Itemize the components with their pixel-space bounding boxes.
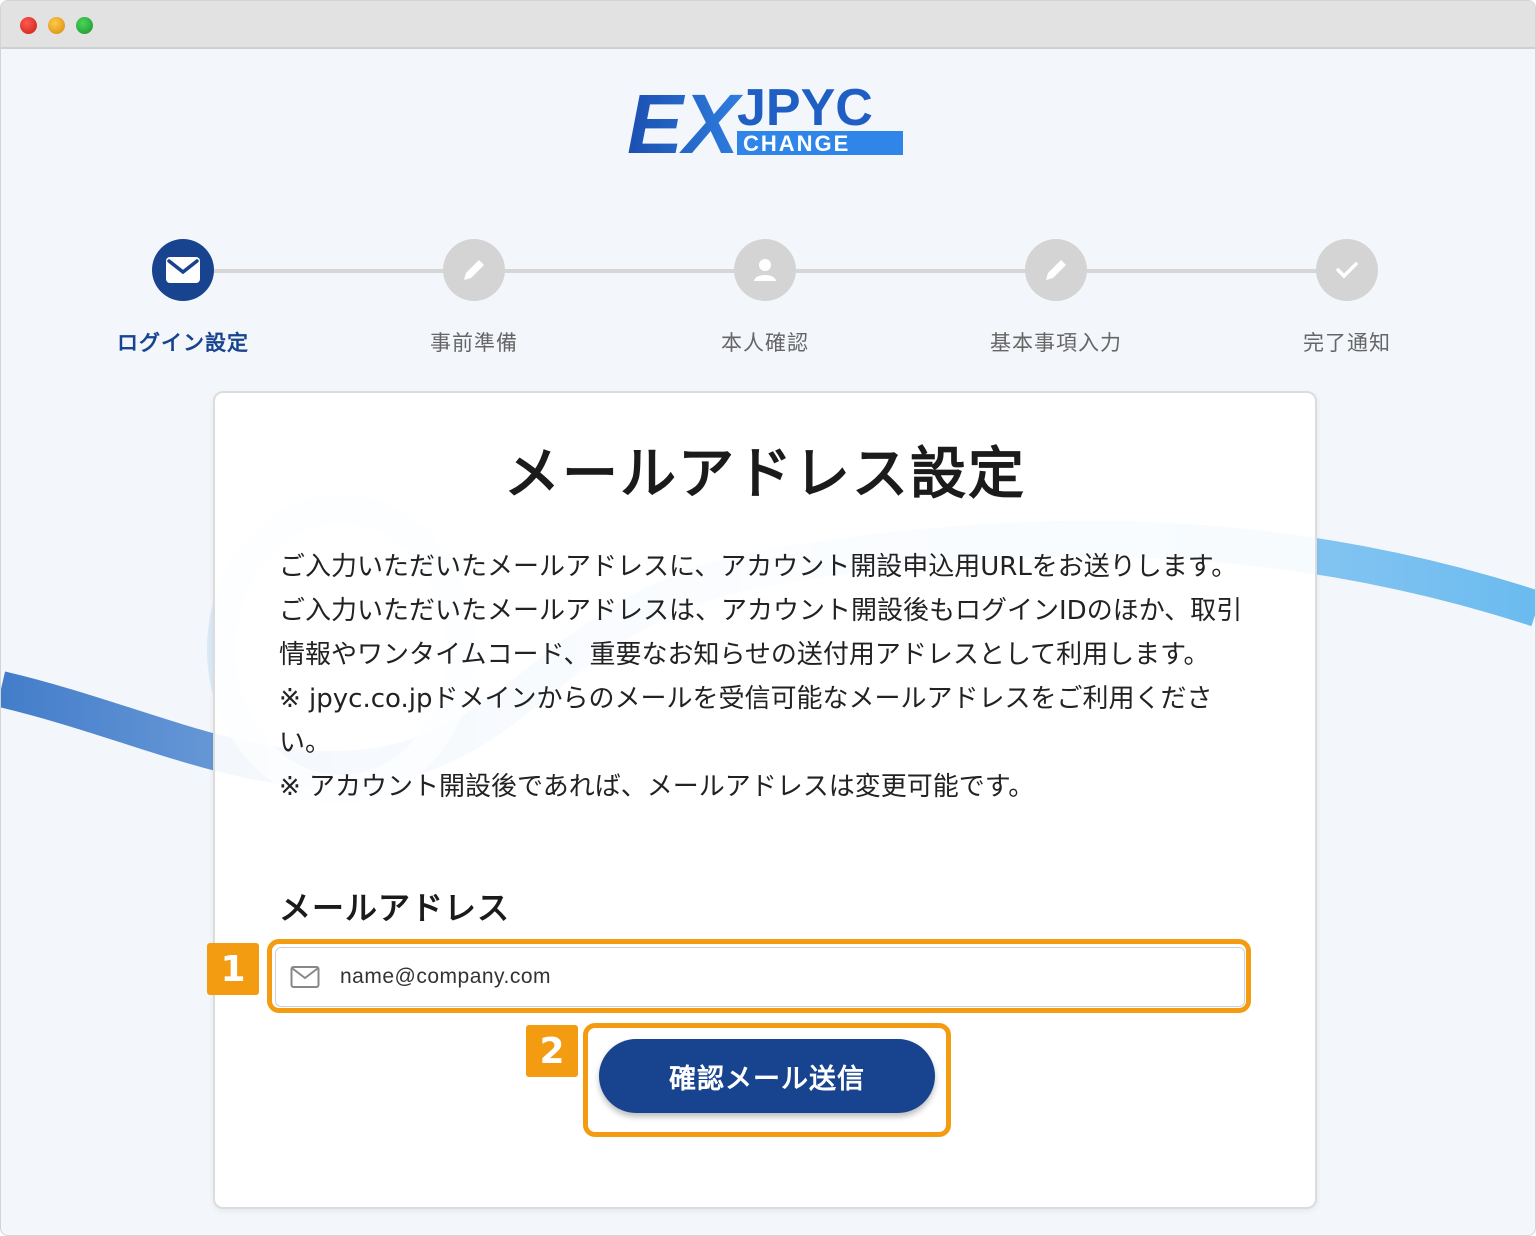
step-basic-info	[1025, 239, 1087, 301]
title-bar	[1, 1, 1535, 49]
step-connector	[1087, 269, 1347, 273]
person-icon	[754, 259, 776, 281]
step-label: 完了通知	[1303, 331, 1391, 355]
email-input-container	[275, 947, 1245, 1007]
send-confirmation-email-button[interactable]: 確認メール送信	[599, 1039, 935, 1113]
step-label: ログイン設定	[117, 331, 249, 355]
step-completion	[1316, 239, 1378, 301]
annotation-badge-2: 2	[526, 1025, 578, 1077]
description: ご入力いただいたメールアドレスに、アカウント開設申込用URLをお送りします。ご入…	[279, 545, 1259, 809]
page-content: EX JPYC CHANGE ログイン設定 事前準備 本人確認 基本事項入力 完…	[1, 49, 1535, 1235]
step-identity-verification	[734, 239, 796, 301]
mail-outline-icon	[290, 966, 320, 988]
description-note: ※ jpyc.co.jpドメインからのメールを受信可能なメールアドレスをご利用く…	[279, 684, 1213, 758]
minimize-window-button[interactable]	[48, 17, 65, 34]
step-label: 本人確認	[721, 331, 809, 355]
mail-icon	[166, 257, 200, 283]
check-icon	[1336, 262, 1358, 279]
step-label: 基本事項入力	[990, 331, 1122, 355]
maximize-window-button[interactable]	[76, 17, 93, 34]
step-preparation	[443, 239, 505, 301]
email-settings-card: メールアドレス設定 ご入力いただいたメールアドレスに、アカウント開設申込用URL…	[207, 391, 1317, 1209]
step-connector	[214, 269, 474, 273]
pencil-icon	[1046, 260, 1066, 280]
pencil-icon	[464, 260, 484, 280]
browser-window: EX JPYC CHANGE ログイン設定 事前準備 本人確認 基本事項入力 完…	[0, 0, 1536, 1236]
description-paragraph: ご入力いただいたメールアドレスに、アカウント開設申込用URLをお送りします。ご入…	[279, 552, 1243, 670]
step-label: 事前準備	[430, 331, 518, 355]
step-login-settings	[152, 239, 214, 301]
description-note: ※ アカウント開設後であれば、メールアドレスは変更可能です。	[279, 772, 1035, 802]
progress-stepper: ログイン設定 事前準備 本人確認 基本事項入力 完了通知	[1, 49, 1535, 379]
page-title: メールアドレス設定	[504, 442, 1026, 507]
step-connector	[796, 269, 1056, 273]
annotation-badge-1: 1	[207, 943, 259, 995]
close-window-button[interactable]	[20, 17, 37, 34]
step-connector	[505, 269, 765, 273]
email-field-label: メールアドレス	[279, 889, 511, 927]
email-input[interactable]	[338, 964, 1202, 990]
